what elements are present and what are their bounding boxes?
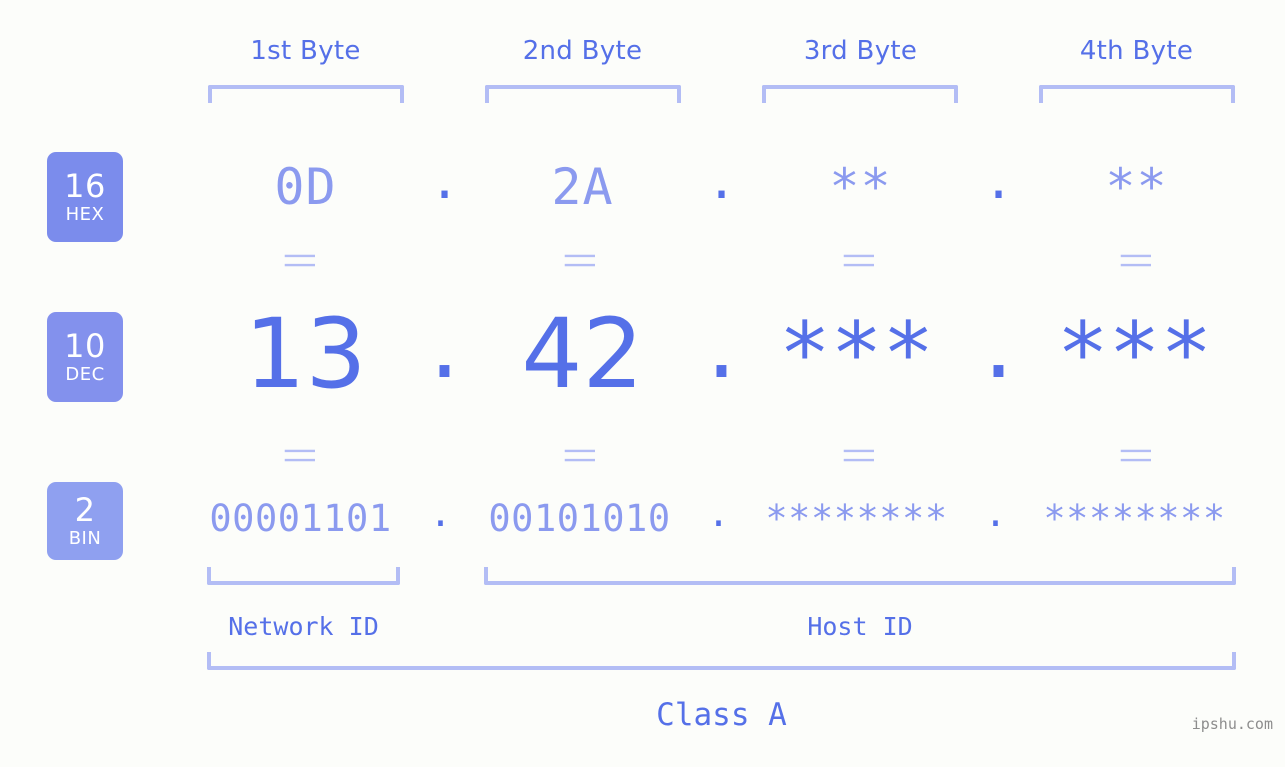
byte-bracket-3 <box>762 85 958 103</box>
byte-bracket-2 <box>485 85 681 103</box>
hex-separator-1: . <box>429 152 460 210</box>
equals-mark-hex-dec-1: || <box>284 250 319 270</box>
base-badge-bin-name: BIN <box>68 528 102 549</box>
hex-byte-4: ** <box>1105 158 1168 216</box>
hex-byte-1: 0D <box>274 158 337 216</box>
dec-separator-2: . <box>706 288 737 400</box>
byte-header-4-label: 4th Byte <box>1079 36 1194 66</box>
base-badge-dec-name: DEC <box>65 364 105 385</box>
byte-bracket-4 <box>1039 85 1235 103</box>
dec-separator-3: . <box>983 288 1014 400</box>
byte-header-2-label: 2nd Byte <box>522 36 643 66</box>
site-watermark: ipshu.com <box>1191 715 1273 733</box>
bin-byte-3: ******** <box>765 497 948 540</box>
bin-separator-3: . <box>984 492 1007 535</box>
equals-mark-dec-bin-4: || <box>1120 445 1155 465</box>
bin-separator-1: . <box>429 492 452 535</box>
ip-address-breakdown-diagram: 1st Byte 2nd Byte 3rd Byte 4th Byte 16 H… <box>0 0 1285 767</box>
dec-separator-1: . <box>429 288 460 400</box>
byte-header-2: 2nd Byte <box>484 33 681 69</box>
bin-byte-2: 00101010 <box>488 497 671 540</box>
base-badge-dec: 10 DEC <box>47 312 123 402</box>
network-id-label: Network ID <box>228 612 379 641</box>
bin-byte-4: ******** <box>1043 497 1226 540</box>
hex-byte-3: ** <box>829 158 892 216</box>
hex-separator-2: . <box>706 152 737 210</box>
equals-mark-hex-dec-3: || <box>843 250 878 270</box>
base-badge-hex-name: HEX <box>65 204 105 225</box>
dec-byte-2: 42 <box>521 298 644 410</box>
bin-byte-1: 00001101 <box>209 497 392 540</box>
network-id-bracket <box>207 567 400 585</box>
base-badge-bin-number: 2 <box>74 491 96 529</box>
equals-mark-hex-dec-2: || <box>564 250 599 270</box>
byte-bracket-1 <box>208 85 404 103</box>
equals-mark-dec-bin-3: || <box>843 445 878 465</box>
base-badge-hex-number: 16 <box>64 167 106 205</box>
byte-header-1-label: 1st Byte <box>250 36 361 66</box>
hex-separator-3: . <box>983 152 1014 210</box>
equals-mark-hex-dec-4: || <box>1120 250 1155 270</box>
class-bracket <box>207 652 1236 670</box>
dec-byte-4: *** <box>1056 304 1213 404</box>
base-badge-bin: 2 BIN <box>47 482 123 560</box>
equals-mark-dec-bin-2: || <box>564 445 599 465</box>
equals-mark-dec-bin-1: || <box>284 445 319 465</box>
base-badge-hex: 16 HEX <box>47 152 123 242</box>
byte-header-3-label: 3rd Byte <box>803 36 918 66</box>
base-badge-dec-number: 10 <box>64 327 106 365</box>
host-id-bracket <box>484 567 1236 585</box>
hex-byte-2: 2A <box>551 158 614 216</box>
dec-byte-1: 13 <box>244 298 367 410</box>
class-label: Class A <box>656 697 787 733</box>
byte-header-3: 3rd Byte <box>762 33 959 69</box>
dec-byte-3: *** <box>778 304 935 404</box>
byte-header-4: 4th Byte <box>1038 33 1235 69</box>
bin-separator-2: . <box>707 492 730 535</box>
byte-header-1: 1st Byte <box>207 33 404 69</box>
host-id-label: Host ID <box>807 612 913 641</box>
